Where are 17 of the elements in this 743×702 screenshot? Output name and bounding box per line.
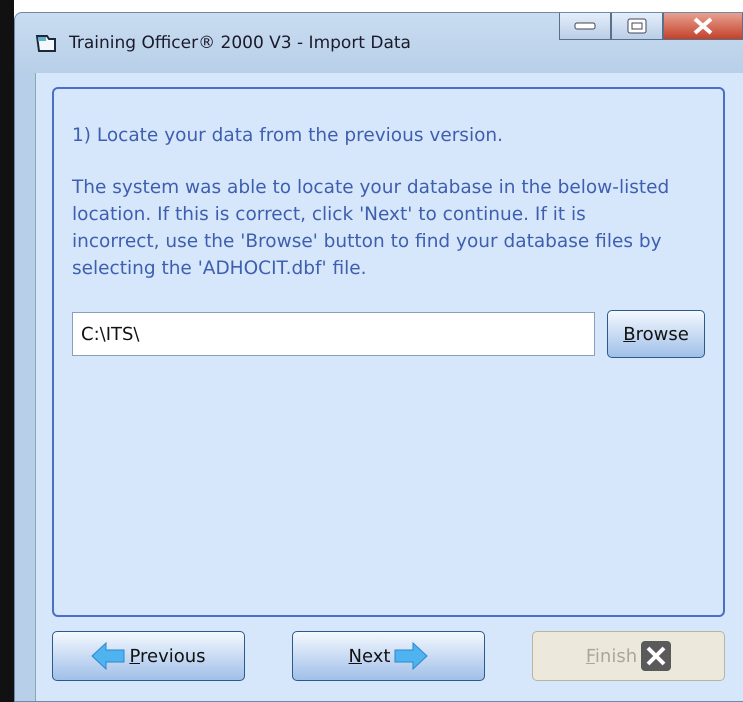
close-button[interactable] [663, 13, 743, 40]
browse-button[interactable]: Browse [607, 310, 705, 358]
minimize-icon [574, 21, 596, 31]
left-arrow-icon [91, 641, 126, 671]
right-arrow-icon [394, 641, 428, 671]
window-title: Training Officer® 2000 V3 - Import Data [69, 33, 412, 53]
path-field[interactable]: C:\ITS\ [72, 312, 595, 356]
close-icon [692, 17, 714, 35]
description-text: The system was able to locate your database in the below-listed location. If this is correct, click 'Next' to continue. If it is incorrect, use the 'Browse' button to find your database files by selecting the 'ADHOCIT.dbf' file. [72, 176, 670, 281]
previous-button[interactable]: Previous [52, 631, 245, 681]
close-icon [641, 641, 672, 671]
maximize-button[interactable] [611, 13, 663, 40]
window-icon [35, 33, 57, 53]
next-button[interactable]: Next [292, 631, 485, 681]
maximize-icon [627, 18, 647, 34]
minimize-button[interactable] [559, 13, 611, 40]
step-heading: 1) Locate your data from the previous version. [72, 125, 504, 146]
